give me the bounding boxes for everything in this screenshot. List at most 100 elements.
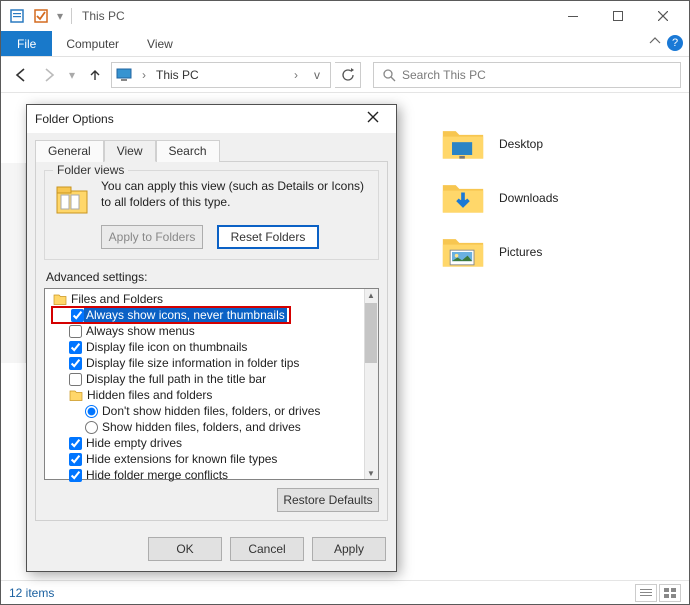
tree-item[interactable]: Show hidden files, folders, and drives <box>49 419 360 435</box>
ok-button[interactable]: OK <box>148 537 222 561</box>
tab-general[interactable]: General <box>35 140 104 162</box>
checkbox-input[interactable] <box>69 437 82 450</box>
close-button[interactable] <box>640 2 685 30</box>
dialog-close-button[interactable] <box>358 110 388 128</box>
breadcrumb-sep[interactable]: › <box>290 68 302 82</box>
status-bar: 12 items <box>1 580 689 604</box>
tree-item[interactable]: Don't show hidden files, folders, or dri… <box>49 403 360 419</box>
this-pc-icon <box>116 68 132 82</box>
checkbox-input[interactable] <box>69 373 82 386</box>
ribbon-tabs: File Computer View ? <box>1 31 689 57</box>
checkbox-input[interactable] <box>71 309 84 322</box>
file-explorer-window: ▾ This PC File Computer View ? <box>0 0 690 605</box>
properties-icon[interactable] <box>5 5 29 27</box>
radio-input[interactable] <box>85 421 98 434</box>
tree-item[interactable]: Hide folder merge conflicts <box>49 467 360 483</box>
folder-item-pictures[interactable]: Pictures <box>441 233 558 271</box>
folder-item-desktop[interactable]: Desktop <box>441 125 558 163</box>
breadcrumb-sep[interactable]: › <box>138 68 150 82</box>
advanced-settings-label: Advanced settings: <box>46 270 377 284</box>
tree-item[interactable]: Hide empty drives <box>49 435 360 451</box>
window-title: This PC <box>82 9 125 23</box>
desktop-folder-icon <box>441 125 485 163</box>
address-bar[interactable]: › This PC › v <box>111 62 331 88</box>
search-placeholder: Search This PC <box>402 68 486 82</box>
dialog-footer: OK Cancel Apply <box>27 529 396 571</box>
divider <box>71 8 72 24</box>
folder-views-group-title: Folder views <box>53 163 128 177</box>
tree-item-label: Don't show hidden files, folders, or dri… <box>102 404 320 418</box>
window-controls <box>550 2 685 30</box>
tree-item-label: Hide extensions for known file types <box>86 452 277 466</box>
ribbon-tab-computer[interactable]: Computer <box>52 31 133 56</box>
large-icons-view-button[interactable] <box>659 584 681 602</box>
address-dropdown-icon[interactable]: v <box>308 68 326 82</box>
ribbon-tab-file[interactable]: File <box>1 31 52 56</box>
up-button[interactable] <box>83 63 107 87</box>
checkbox-input[interactable] <box>69 325 82 338</box>
apply-to-folders-button[interactable]: Apply to Folders <box>101 225 203 249</box>
breadcrumb-current[interactable]: This PC <box>156 68 284 82</box>
tree-item[interactable]: Always show menus <box>49 323 360 339</box>
tree-item[interactable]: Display file icon on thumbnails <box>49 339 360 355</box>
checkbox-input[interactable] <box>69 357 82 370</box>
radio-input[interactable] <box>85 405 98 418</box>
back-button[interactable] <box>9 63 33 87</box>
maximize-button[interactable] <box>595 2 640 30</box>
tree-item[interactable]: Hidden files and folders <box>49 387 360 403</box>
folder-label: Downloads <box>499 191 558 205</box>
new-folder-icon[interactable] <box>29 5 53 27</box>
tree-item-label: Display file icon on thumbnails <box>86 340 247 354</box>
tree-item-label: Hidden files and folders <box>87 388 212 402</box>
folder-icon <box>69 388 83 402</box>
qat-dropdown-icon[interactable]: ▾ <box>53 5 67 27</box>
folder-icon <box>53 292 67 306</box>
scroll-down-icon[interactable]: ▼ <box>365 467 377 479</box>
advanced-settings-tree[interactable]: Files and Folders Always show icons, nev… <box>44 288 379 480</box>
tab-view[interactable]: View <box>104 140 156 162</box>
tree-scrollbar[interactable]: ▲ ▼ <box>364 289 378 479</box>
dialog-tabs: General View Search <box>35 139 388 161</box>
tree-item-label: Always show menus <box>86 324 195 338</box>
tree-root-files-folders[interactable]: Files and Folders <box>49 291 360 307</box>
scrollbar-thumb[interactable] <box>365 303 377 363</box>
checkbox-input[interactable] <box>69 469 82 482</box>
scroll-up-icon[interactable]: ▲ <box>365 289 377 301</box>
details-view-button[interactable] <box>635 584 657 602</box>
reset-folders-button[interactable]: Reset Folders <box>217 225 319 249</box>
folder-label: Pictures <box>499 245 542 259</box>
tree-item-label: Hide folder merge conflicts <box>86 468 228 482</box>
cancel-button[interactable]: Cancel <box>230 537 304 561</box>
tree-content: Files and Folders Always show icons, nev… <box>45 289 364 479</box>
dialog-titlebar[interactable]: Folder Options <box>27 105 396 133</box>
tree-root-label: Files and Folders <box>71 292 163 306</box>
tree-item-label: Display the full path in the title bar <box>86 372 266 386</box>
restore-defaults-button[interactable]: Restore Defaults <box>277 488 379 512</box>
pictures-folder-icon <box>441 233 485 271</box>
checkbox-input[interactable] <box>69 453 82 466</box>
tab-search[interactable]: Search <box>156 140 220 162</box>
tree-item[interactable]: Display the full path in the title bar <box>49 371 360 387</box>
ribbon-tab-view[interactable]: View <box>133 31 187 56</box>
tree-item-highlighted[interactable]: Always show icons, never thumbnails <box>49 307 360 323</box>
forward-button[interactable] <box>37 63 61 87</box>
folder-views-desc: You can apply this view (such as Details… <box>101 179 368 219</box>
apply-button[interactable]: Apply <box>312 537 386 561</box>
tree-item[interactable]: Display file size information in folder … <box>49 355 360 371</box>
navigation-pane[interactable] <box>1 163 26 363</box>
recent-locations-button[interactable]: ▾ <box>65 63 79 87</box>
tree-item[interactable]: Hide extensions for known file types <box>49 451 360 467</box>
minimize-button[interactable] <box>550 2 595 30</box>
tree-item-label: Show hidden files, folders, and drives <box>102 420 301 434</box>
search-input[interactable]: Search This PC <box>373 62 681 88</box>
titlebar: ▾ This PC <box>1 1 689 31</box>
folder-options-dialog: Folder Options General View Search Folde… <box>26 104 397 572</box>
folder-list: Desktop Downloads Pictures <box>441 125 558 271</box>
ribbon-expand-icon[interactable] <box>649 35 661 50</box>
folder-item-downloads[interactable]: Downloads <box>441 179 558 217</box>
item-count: 12 items <box>9 586 54 600</box>
checkbox-input[interactable] <box>69 341 82 354</box>
refresh-button[interactable] <box>335 62 361 88</box>
search-icon <box>382 68 396 82</box>
help-icon[interactable]: ? <box>667 35 683 51</box>
